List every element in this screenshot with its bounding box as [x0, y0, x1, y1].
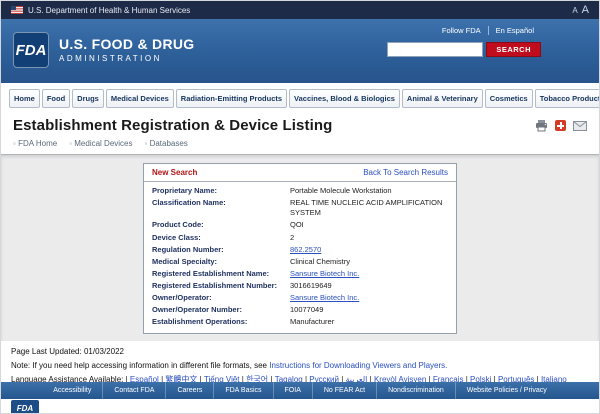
fda-page: U.S. Department of Health & Human Servic… — [0, 0, 600, 414]
row-medical-specialty: Medical Specialty: Clinical Chemistry — [144, 256, 456, 268]
field-label: Owner/Operator: — [152, 293, 290, 303]
registered-establishment-name-link[interactable]: Sansure Biotech Inc. — [290, 269, 359, 279]
fda-org-title: U.S. FOOD & DRUG ADMINISTRATION — [59, 36, 194, 63]
search-button[interactable]: SEARCH — [486, 42, 541, 57]
header-links: Follow FDA En Español — [387, 26, 541, 35]
footer-link-website-policies[interactable]: Website Policies / Privacy — [455, 382, 558, 399]
row-registered-establishment-name: Registered Establishment Name: Sansure B… — [144, 268, 456, 280]
org-name-line2: ADMINISTRATION — [59, 54, 194, 63]
nav-tab-tobacco-products[interactable]: Tobacco Products — [535, 89, 600, 108]
en-espanol-link[interactable]: En Español — [489, 26, 541, 35]
field-value: Manufacturer — [290, 317, 334, 327]
footer-link-careers[interactable]: Careers — [165, 382, 213, 399]
field-value: 10077049 — [290, 305, 323, 315]
owner-operator-link[interactable]: Sansure Biotech Inc. — [290, 293, 359, 303]
field-label: Product Code: — [152, 220, 290, 230]
field-value: 2 — [290, 233, 294, 243]
row-classification-name: Classification Name: REAL TIME NUCLEIC A… — [144, 197, 456, 219]
row-registered-establishment-number: Registered Establishment Number: 3016619… — [144, 280, 456, 292]
device-record-card: New Search Back To Search Results Propri… — [143, 163, 457, 334]
field-value: 3016619649 — [290, 281, 332, 291]
share-icon[interactable] — [555, 120, 566, 131]
field-label: Proprietary Name: — [152, 186, 290, 196]
page-action-icons — [535, 120, 587, 132]
font-size-small-button[interactable]: A — [572, 6, 577, 15]
field-label: Owner/Operator Number: — [152, 305, 290, 315]
search-input[interactable] — [387, 42, 483, 57]
print-icon[interactable] — [535, 120, 548, 132]
field-value: QOI — [290, 220, 304, 230]
footer-link-no-fear-act[interactable]: No FEAR Act — [312, 382, 376, 399]
field-label: Medical Specialty: — [152, 257, 290, 267]
email-icon[interactable] — [573, 121, 587, 131]
field-label: Registered Establishment Number: — [152, 281, 290, 291]
hhs-top-bar: U.S. Department of Health & Human Servic… — [1, 1, 599, 19]
follow-fda-link[interactable]: Follow FDA — [435, 26, 489, 35]
nav-tab-vaccines-blood-biologics[interactable]: Vaccines, Blood & Biologics — [289, 89, 400, 108]
note-text: Note: If you need help accessing informa… — [11, 361, 269, 370]
nav-tab-cosmetics[interactable]: Cosmetics — [485, 89, 533, 108]
row-device-class: Device Class: 2 — [144, 232, 456, 244]
field-value: REAL TIME NUCLEIC ACID AMPLIFICATION SYS… — [290, 198, 448, 218]
field-label: Regulation Number: — [152, 245, 290, 255]
field-label: Device Class: — [152, 233, 290, 243]
fda-header: FDA U.S. FOOD & DRUG ADMINISTRATION Foll… — [1, 19, 599, 83]
page-title: Establishment Registration & Device List… — [13, 117, 332, 134]
nav-tab-radiation-emitting-products[interactable]: Radiation-Emitting Products — [176, 89, 287, 108]
breadcrumb: FDA Home Medical Devices Databases — [1, 136, 599, 154]
row-owner-operator: Owner/Operator: Sansure Biotech Inc. — [144, 292, 456, 304]
breadcrumb-fda-home[interactable]: FDA Home — [13, 139, 57, 148]
row-owner-operator-number: Owner/Operator Number: 10077049 — [144, 304, 456, 316]
main-nav: Home Food Drugs Medical Devices Radiatio… — [1, 83, 599, 108]
back-to-search-results-link[interactable]: Back To Search Results — [363, 168, 448, 177]
hhs-department-label: U.S. Department of Health & Human Servic… — [28, 6, 190, 15]
fda-logo[interactable]: FDA — [13, 32, 49, 68]
field-label: Classification Name: — [152, 198, 290, 218]
field-value: Clinical Chemistry — [290, 257, 350, 267]
font-size-large-button[interactable]: A — [582, 4, 589, 16]
header-search: SEARCH — [387, 42, 541, 57]
nav-tab-home[interactable]: Home — [9, 89, 40, 108]
record-card-header: New Search Back To Search Results — [144, 164, 456, 182]
row-proprietary-name: Proprietary Name: Portable Molecule Work… — [144, 185, 456, 197]
content-area: New Search Back To Search Results Propri… — [1, 154, 599, 341]
device-record-table: Proprietary Name: Portable Molecule Work… — [144, 182, 456, 333]
footer-nav-bar: Accessibility Contact FDA Careers FDA Ba… — [1, 382, 599, 399]
footer-link-nondiscrimination[interactable]: Nondiscrimination — [376, 382, 455, 399]
new-search-link[interactable]: New Search — [152, 168, 197, 177]
file-formats-note: Note: If you need help accessing informa… — [11, 361, 589, 372]
footer-link-foia[interactable]: FOIA — [273, 382, 312, 399]
breadcrumb-databases[interactable]: Databases — [145, 139, 188, 148]
nav-tab-food[interactable]: Food — [42, 89, 70, 108]
footer-link-contact-fda[interactable]: Contact FDA — [102, 382, 165, 399]
nav-tab-drugs[interactable]: Drugs — [72, 89, 104, 108]
us-flag-icon — [11, 6, 23, 14]
row-product-code: Product Code: QOI — [144, 219, 456, 231]
footer-link-accessibility[interactable]: Accessibility — [42, 382, 102, 399]
nav-tab-animal-veterinary[interactable]: Animal & Veterinary — [402, 89, 483, 108]
field-label: Establishment Operations: — [152, 317, 290, 327]
page-last-updated: Page Last Updated: 01/03/2022 — [11, 347, 589, 358]
font-size-controls: A A — [572, 4, 589, 16]
footer-link-fda-basics[interactable]: FDA Basics — [213, 382, 272, 399]
regulation-number-link[interactable]: 862.2570 — [290, 245, 321, 255]
field-value: Portable Molecule Workstation — [290, 186, 392, 196]
field-label: Registered Establishment Name: — [152, 269, 290, 279]
nav-tab-medical-devices[interactable]: Medical Devices — [106, 89, 174, 108]
fda-footer-logo[interactable]: FDA — [11, 400, 39, 414]
row-regulation-number: Regulation Number: 862.2570 — [144, 244, 456, 256]
viewers-players-link[interactable]: Instructions for Downloading Viewers and… — [269, 361, 447, 370]
header-right-tools: Follow FDA En Español SEARCH — [387, 26, 541, 57]
row-establishment-operations: Establishment Operations: Manufacturer — [144, 316, 456, 328]
org-name-line1: U.S. FOOD & DRUG — [59, 36, 194, 52]
page-header: Establishment Registration & Device List… — [1, 108, 599, 136]
breadcrumb-medical-devices[interactable]: Medical Devices — [69, 139, 132, 148]
